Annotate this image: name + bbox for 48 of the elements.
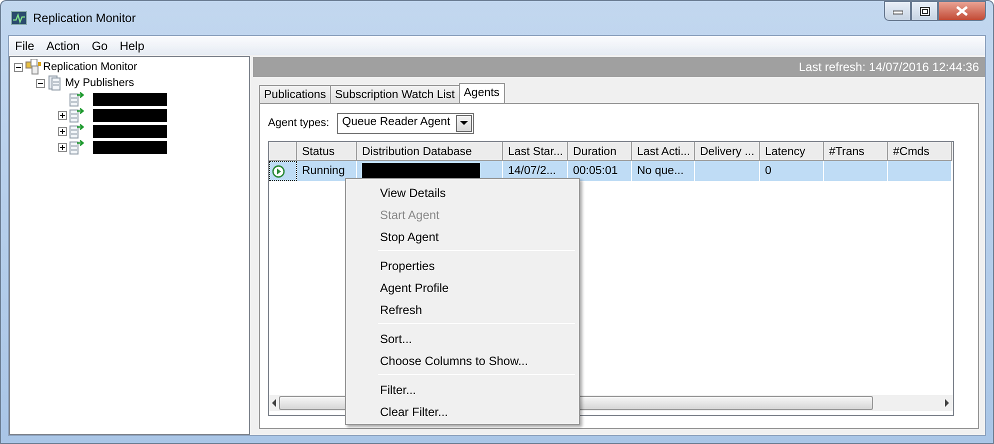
menu-item[interactable]: Choose Columns to Show... [348, 349, 577, 371]
close-button[interactable] [938, 1, 986, 21]
server-arrow-icon [69, 107, 85, 123]
maximize-icon [920, 6, 930, 16]
app-icon [11, 11, 27, 25]
menu-item[interactable]: Action [40, 36, 86, 55]
refresh-status: Last refresh: 14/07/2016 12:44:36 [798, 59, 979, 76]
scroll-left-icon[interactable] [272, 399, 277, 407]
field-label: Agent types: [268, 116, 330, 131]
maximize-button[interactable] [911, 1, 938, 21]
collapse-icon[interactable] [14, 62, 23, 72]
tab[interactable]: Agents [458, 83, 505, 103]
caret-icon [460, 121, 468, 125]
expand-icon[interactable] [58, 126, 67, 136]
server-group-icon [47, 75, 63, 91]
menu-item[interactable]: Filter... [348, 378, 577, 400]
table-row[interactable]: Running 14/07/2... 00:05:01 No que... 0 [269, 161, 953, 181]
menu-item[interactable]: Stop Agent [348, 225, 577, 247]
menu-item[interactable]: Agent Profile [348, 276, 577, 298]
menu-item[interactable]: Properties [348, 254, 577, 276]
server-arrow-icon [69, 139, 85, 155]
running-icon [272, 165, 285, 178]
server-arrow-icon [69, 91, 85, 107]
close-icon [955, 6, 969, 16]
server-arrow-icon [69, 123, 85, 139]
menu-item[interactable]: Refresh [348, 298, 577, 320]
menu-item[interactable]: View Details [348, 181, 577, 203]
agent-type-dropdown[interactable]: Queue Reader Agent [337, 112, 474, 134]
table-cell: No que... [632, 161, 695, 181]
window-title: Replication Monitor [33, 10, 136, 27]
table-cell: Running [297, 161, 357, 181]
tab[interactable]: Publications [259, 85, 332, 103]
tree-item[interactable]: My Publishers [65, 74, 134, 92]
table-cell: 0 [760, 161, 824, 181]
menu-item[interactable]: Go [86, 36, 114, 55]
tree-item[interactable]: Replication Monitor [43, 58, 138, 76]
menu-item[interactable]: Sort... [348, 327, 577, 349]
tab[interactable]: Subscription Watch List [330, 85, 460, 103]
collapse-icon[interactable] [36, 78, 45, 88]
menu-item[interactable]: File [9, 36, 40, 55]
minimize-button[interactable] [884, 1, 911, 21]
replication-icon [25, 59, 41, 75]
scroll-right-icon[interactable] [945, 399, 950, 407]
expand-icon[interactable] [58, 142, 67, 152]
menu-item[interactable]: Help [114, 36, 150, 55]
menu-item[interactable]: Clear Filter... [348, 400, 577, 422]
table-cell: 00:05:01 [568, 161, 632, 181]
expand-icon[interactable] [58, 110, 67, 120]
